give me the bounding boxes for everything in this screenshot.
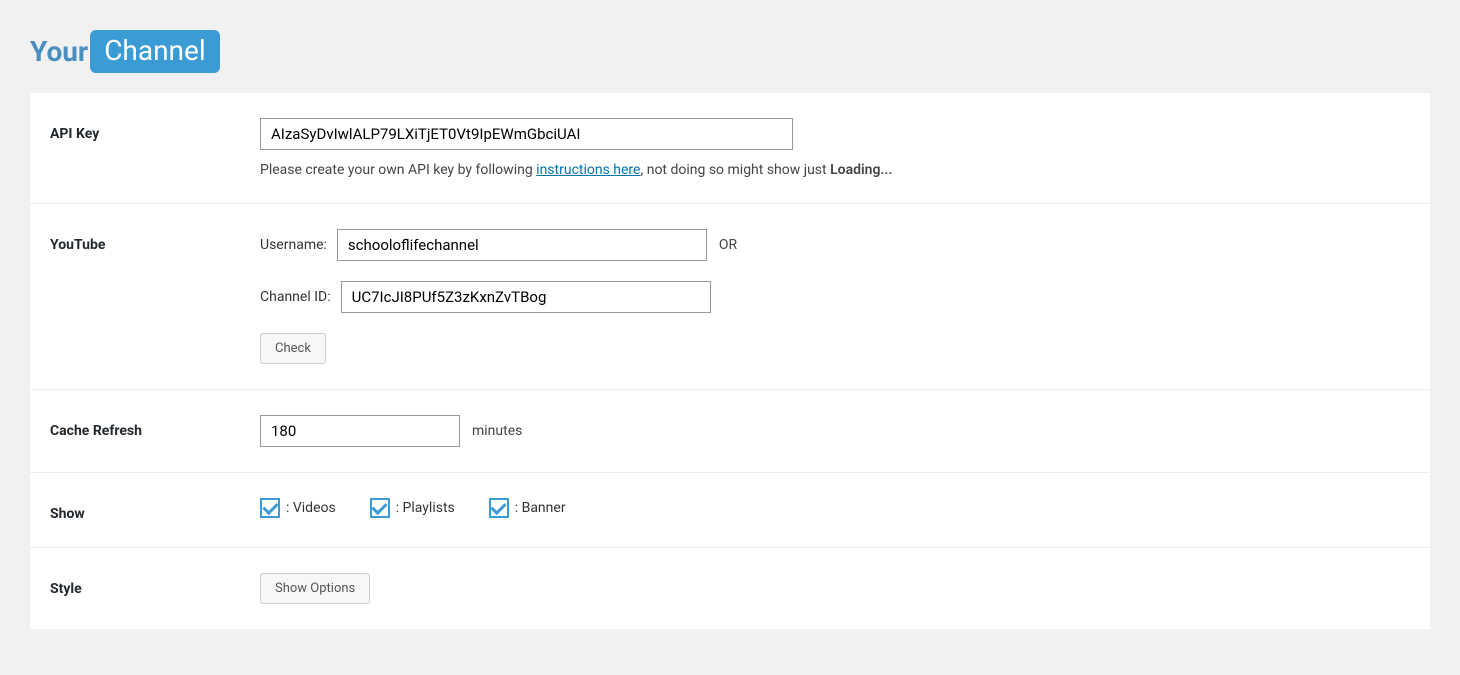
show-label: Show <box>50 498 260 522</box>
instructions-link[interactable]: instructions here <box>536 162 640 178</box>
playlists-label: : Playlists <box>396 500 455 516</box>
logo: Your Channel <box>0 0 1460 93</box>
or-text: OR <box>719 237 737 253</box>
videos-label: : Videos <box>286 500 336 516</box>
show-options-button[interactable]: Show Options <box>260 573 370 604</box>
cache-unit: minutes <box>472 423 522 439</box>
api-key-help: Please create your own API key by follow… <box>260 162 1410 178</box>
cache-refresh-row: Cache Refresh minutes <box>30 390 1430 473</box>
username-input[interactable] <box>337 229 707 261</box>
youtube-label: YouTube <box>50 229 260 364</box>
youtube-row: YouTube Username: OR Channel ID: Check <box>30 204 1430 390</box>
api-key-row: API Key Please create your own API key b… <box>30 93 1430 204</box>
playlists-checkbox[interactable] <box>370 498 390 518</box>
videos-checkbox[interactable] <box>260 498 280 518</box>
settings-panel: API Key Please create your own API key b… <box>30 93 1430 629</box>
channel-id-label: Channel ID: <box>260 289 331 305</box>
show-row: Show : Videos : Playlists : Banner <box>30 473 1430 548</box>
api-key-label: API Key <box>50 118 260 178</box>
logo-your: Your <box>30 35 88 68</box>
style-row: Style Show Options <box>30 548 1430 629</box>
logo-channel: Channel <box>90 30 219 73</box>
banner-label: : Banner <box>515 500 566 516</box>
username-label: Username: <box>260 237 327 253</box>
banner-checkbox[interactable] <box>489 498 509 518</box>
check-button[interactable]: Check <box>260 333 326 364</box>
style-label: Style <box>50 573 260 604</box>
channel-id-input[interactable] <box>341 281 711 313</box>
cache-refresh-label: Cache Refresh <box>50 415 260 447</box>
api-key-input[interactable] <box>260 118 793 150</box>
cache-refresh-input[interactable] <box>260 415 460 447</box>
